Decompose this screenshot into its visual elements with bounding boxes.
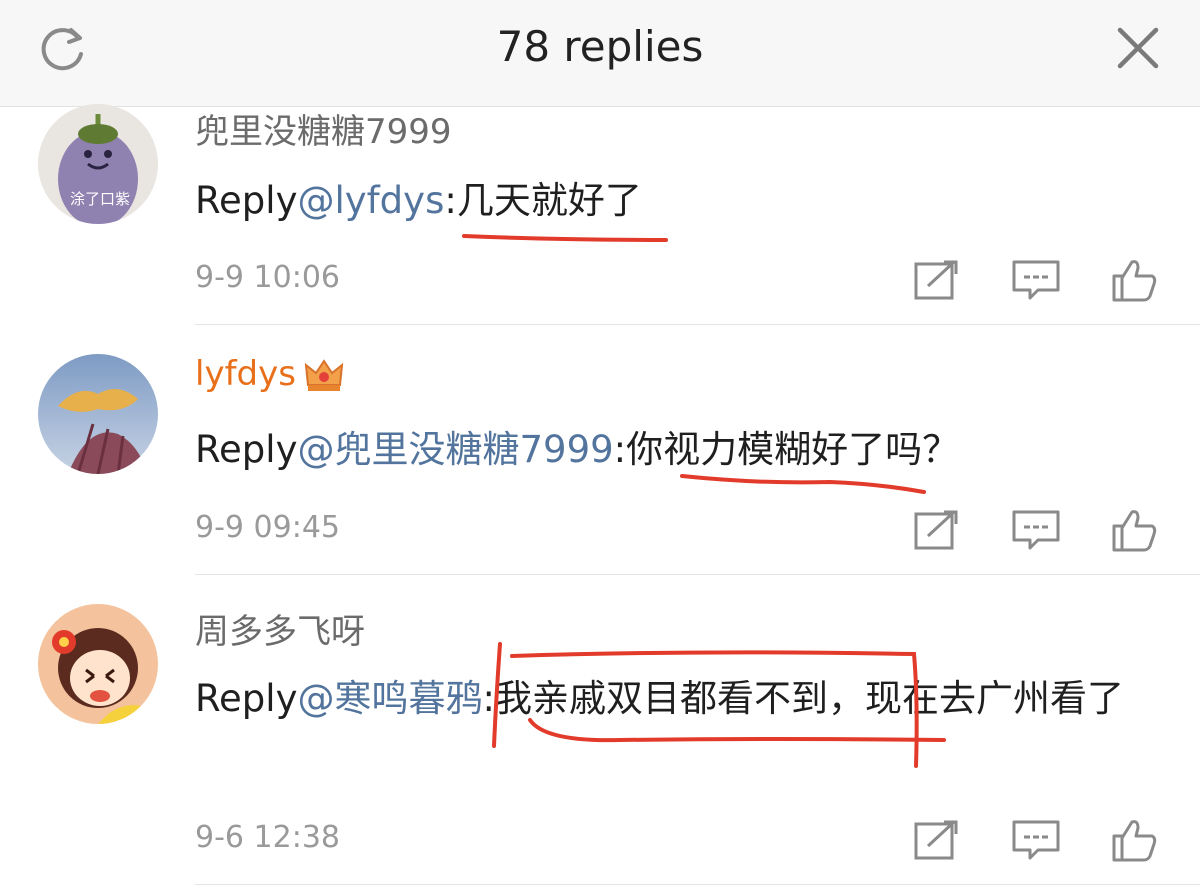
reply-prefix: Reply	[195, 428, 298, 471]
comment-timestamp: 9-9 10:06	[195, 260, 340, 295]
like-icon[interactable]	[1106, 506, 1162, 554]
divider	[195, 324, 1200, 325]
comment-text: Reply@寒鸣暮鸦:我亲戚双目都看不到，现在去广州看了	[195, 668, 1165, 730]
like-icon[interactable]	[1106, 816, 1162, 864]
comment-username[interactable]: 周多多飞呀	[195, 604, 365, 653]
mention-link[interactable]: @寒鸣暮鸦	[297, 677, 482, 720]
username-text[interactable]: lyfdys	[195, 354, 296, 394]
vip-crown-icon	[304, 358, 344, 391]
comment-username[interactable]: 兜里没糖糖7999	[195, 104, 452, 153]
reply-prefix: Reply	[195, 677, 298, 720]
like-icon[interactable]	[1106, 256, 1162, 304]
avatar[interactable]: 涂了口紫	[38, 104, 158, 224]
underline-mark	[462, 234, 668, 242]
page-title: 78 replies	[496, 22, 704, 71]
comment-text: Reply@lyfdys:几天就好了	[195, 170, 1165, 232]
repost-icon[interactable]	[910, 256, 966, 304]
repost-icon[interactable]	[910, 816, 966, 864]
comment-text: Reply@兜里没糖糖7999:你视力模糊好了吗？	[195, 419, 1165, 481]
comment-actions	[910, 506, 1162, 554]
header-bar: 78 replies	[0, 0, 1200, 107]
reply-prefix: Reply	[195, 179, 298, 222]
comment-timestamp: 9-6 12:38	[195, 820, 340, 855]
svg-text:涂了口紫: 涂了口紫	[70, 190, 130, 208]
mention-link[interactable]: @兜里没糖糖7999	[297, 428, 613, 471]
comment-body: :几天就好了	[444, 179, 642, 222]
avatar[interactable]	[38, 354, 158, 474]
comment-icon[interactable]	[1008, 816, 1064, 864]
comment-icon[interactable]	[1008, 256, 1064, 304]
divider	[195, 574, 1200, 575]
comment-timestamp: 9-9 09:45	[195, 510, 340, 545]
comment-username[interactable]: lyfdys	[195, 354, 344, 395]
comment-actions	[910, 816, 1162, 864]
comment-actions	[910, 256, 1162, 304]
comment-body: :你视力模糊好了吗？	[613, 428, 960, 471]
divider	[195, 884, 1200, 885]
mention-link[interactable]: @lyfdys	[297, 179, 444, 222]
comment-icon[interactable]	[1008, 506, 1064, 554]
close-icon[interactable]	[1116, 26, 1160, 70]
comment-body: :我亲戚双目都看不到，现在去广州看了	[482, 677, 1124, 720]
avatar[interactable]	[38, 604, 158, 724]
repost-icon[interactable]	[910, 506, 966, 554]
